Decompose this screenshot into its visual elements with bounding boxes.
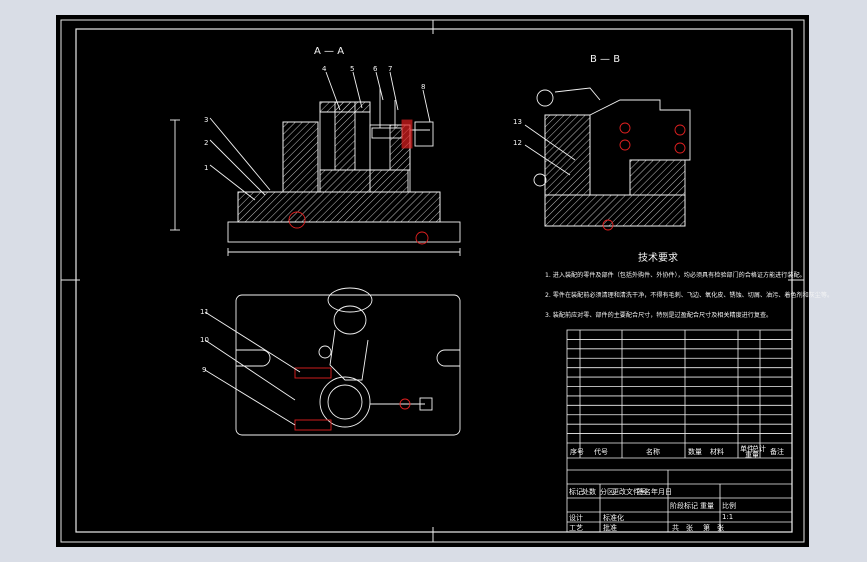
section-b-title: B — B [590,54,620,65]
cad-drawing-viewport: A — A 1 2 3 4 5 6 7 8 B — B 13 12 11 10 … [56,15,833,547]
mark-label: 标记 [569,487,583,496]
part-label-5: 5 [350,65,354,73]
header-weight-label: 重量 [745,451,759,459]
tech-req-heading: 技术要求 [638,251,678,264]
drawing-sheet [56,15,809,547]
part-label-4: 4 [322,65,327,73]
header-seq: 序号 [570,447,584,456]
design-label: 设计 [569,513,583,522]
part-label-6: 6 [373,65,378,73]
part-label-12: 12 [513,139,522,147]
process-label: 工艺 [569,524,583,532]
part-label-1: 1 [204,164,208,172]
tech-req-item-2: 2. 零件在装配前必须清理和清洗干净，不得有毛刺、飞边、氧化皮、锈蚀、切屑、油污… [545,291,833,299]
section-a-title: A — A [314,46,344,57]
count-label: 处数 [582,487,596,496]
header-remark: 备注 [770,447,784,456]
sheet-no: 第 张 [703,523,724,532]
stage-label: 阶段标记 [670,501,698,510]
part-label-8: 8 [421,83,425,91]
date-label: 年月日 [651,487,672,496]
part-label-9: 9 [202,366,206,374]
part-label-11: 11 [200,308,209,316]
weight-label: 重量 [700,502,714,510]
part-label-10: 10 [200,336,209,344]
part-label-3: 3 [204,116,208,124]
header-code: 代号 [594,447,608,456]
part-label-7: 7 [388,65,392,73]
header-qty: 数量 [688,447,702,456]
tech-req-item-1: 1. 进入装配的零件及部件（包括外购件、外协件），均必须具有检验部门的合格证方能… [545,271,806,279]
std-label: 标准化 [603,513,624,522]
scale-value: 1:1 [722,513,733,521]
sign-label: 签名 [637,487,651,496]
part-label-2: 2 [204,139,208,147]
sheet-total: 共 张 [672,523,693,532]
part-label-13: 13 [513,118,522,126]
header-name: 名称 [646,447,660,456]
tech-req-item-3: 3. 装配前应对零、部件的主要配合尺寸，特别是过盈配合尺寸及相关精度进行复查。 [545,311,772,319]
header-material: 材料 [710,447,724,456]
approve-label: 批准 [603,523,617,532]
scale-label: 比例 [722,501,736,510]
